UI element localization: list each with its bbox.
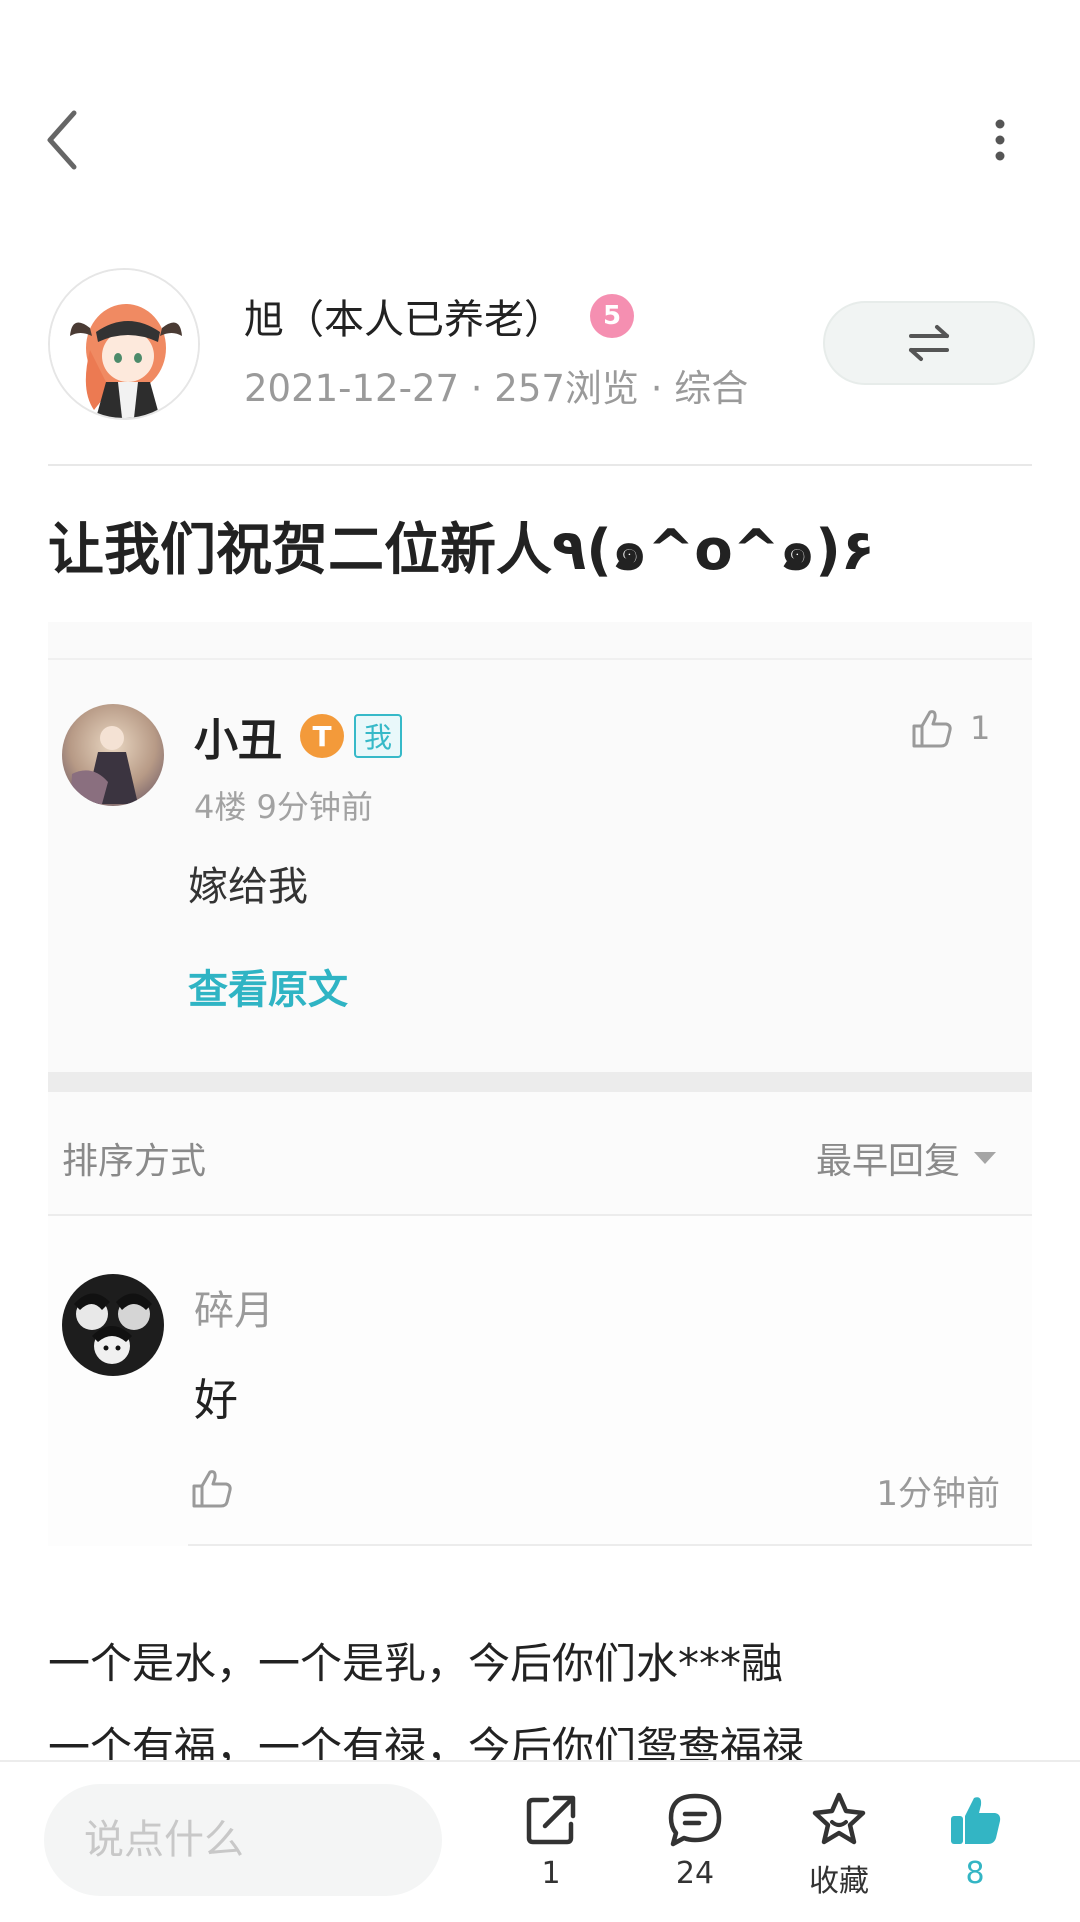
author-header: 旭（本人已养老） 5 2021-12-27 · 257浏览 · 综合 xyxy=(48,268,1048,420)
quoted-reply-meta: 4楼 9分钟前 xyxy=(194,788,373,826)
favorite-button[interactable]: 收藏 xyxy=(784,1790,894,1900)
star-icon xyxy=(812,1792,866,1845)
comment-input[interactable] xyxy=(44,1784,442,1896)
share-icon xyxy=(526,1795,576,1845)
switch-button[interactable] xyxy=(823,301,1035,385)
reply-like-button[interactable] xyxy=(190,1466,234,1514)
monochrome-group-avatar-icon xyxy=(62,1274,164,1376)
author-avatar[interactable] xyxy=(48,268,200,420)
author-name-row: 旭（本人已养老） 5 xyxy=(244,288,634,344)
comment-icon xyxy=(668,1793,722,1847)
swap-arrows-icon xyxy=(909,325,949,361)
author-name[interactable]: 旭（本人已养老） xyxy=(244,287,564,345)
quoted-user-name[interactable]: 小丑 xyxy=(194,704,282,768)
share-button[interactable]: 1 xyxy=(496,1790,606,1891)
post-meta: 2021-12-27 · 257浏览 · 综合 xyxy=(244,367,749,410)
sort-value: 最早回复 xyxy=(815,1141,960,1182)
reply-divider xyxy=(188,1544,1032,1546)
quoted-reply-text: 嫁给我 xyxy=(188,864,308,910)
quoted-reply-card[interactable]: 小丑 T 我 4楼 9分钟前 嫁给我 查看原文 1 xyxy=(48,622,1032,1072)
sort-dropdown[interactable]: 最早回复 xyxy=(816,1132,996,1184)
reply-text: 好 xyxy=(194,1375,238,1426)
top-bar xyxy=(0,0,1080,260)
post-body-line: 一个是水，一个是乳，今后你们水***融 xyxy=(48,1639,784,1688)
post-title: 让我们祝贺二位新人٩(๑^o^๑)۶ xyxy=(48,518,875,583)
level-badge-icon: 5 xyxy=(590,294,634,338)
header-divider xyxy=(48,464,1032,466)
reply-user-name[interactable]: 碎月 xyxy=(194,1278,274,1336)
me-badge: 我 xyxy=(354,714,403,758)
quoted-user-row: 小丑 T 我 xyxy=(194,704,403,768)
view-original-link[interactable]: 查看原文 xyxy=(188,957,348,1015)
back-button[interactable] xyxy=(40,105,90,175)
sort-label: 排序方式 xyxy=(62,1141,207,1182)
quoted-like-count: 1 xyxy=(970,709,991,747)
anime-girl-avatar-icon xyxy=(50,270,198,418)
level-badge-icon: T xyxy=(300,714,344,758)
quoted-user-avatar[interactable] xyxy=(62,704,164,806)
thumbs-up-filled-icon xyxy=(951,1797,1001,1844)
share-count: 1 xyxy=(541,1856,561,1891)
more-vertical-icon xyxy=(995,119,1005,161)
illustration-avatar-icon xyxy=(62,704,164,806)
quote-card-top-divider xyxy=(48,658,1032,660)
reply-user-avatar[interactable] xyxy=(62,1274,164,1376)
thumbs-up-icon xyxy=(912,710,952,748)
section-separator xyxy=(48,1072,1032,1092)
like-button[interactable]: 8 xyxy=(920,1790,1030,1891)
favorite-label: 收藏 xyxy=(809,1864,869,1899)
chevron-left-icon xyxy=(47,110,77,170)
comment-button[interactable]: 24 xyxy=(640,1790,750,1891)
reply-time: 1分钟前 xyxy=(876,1474,1000,1514)
sort-row: 排序方式 最早回复 xyxy=(48,1092,1032,1216)
bottom-action-bar: 1 24 收藏 8 xyxy=(0,1760,1080,1922)
like-count: 8 xyxy=(965,1856,985,1891)
comment-count: 24 xyxy=(675,1856,715,1891)
reply-item: 碎月 好 1分钟前 xyxy=(48,1216,1032,1546)
quoted-like-button[interactable]: 1 xyxy=(910,706,990,750)
caret-down-icon xyxy=(974,1152,996,1164)
thumbs-up-icon xyxy=(192,1470,232,1508)
more-button[interactable] xyxy=(980,110,1020,170)
